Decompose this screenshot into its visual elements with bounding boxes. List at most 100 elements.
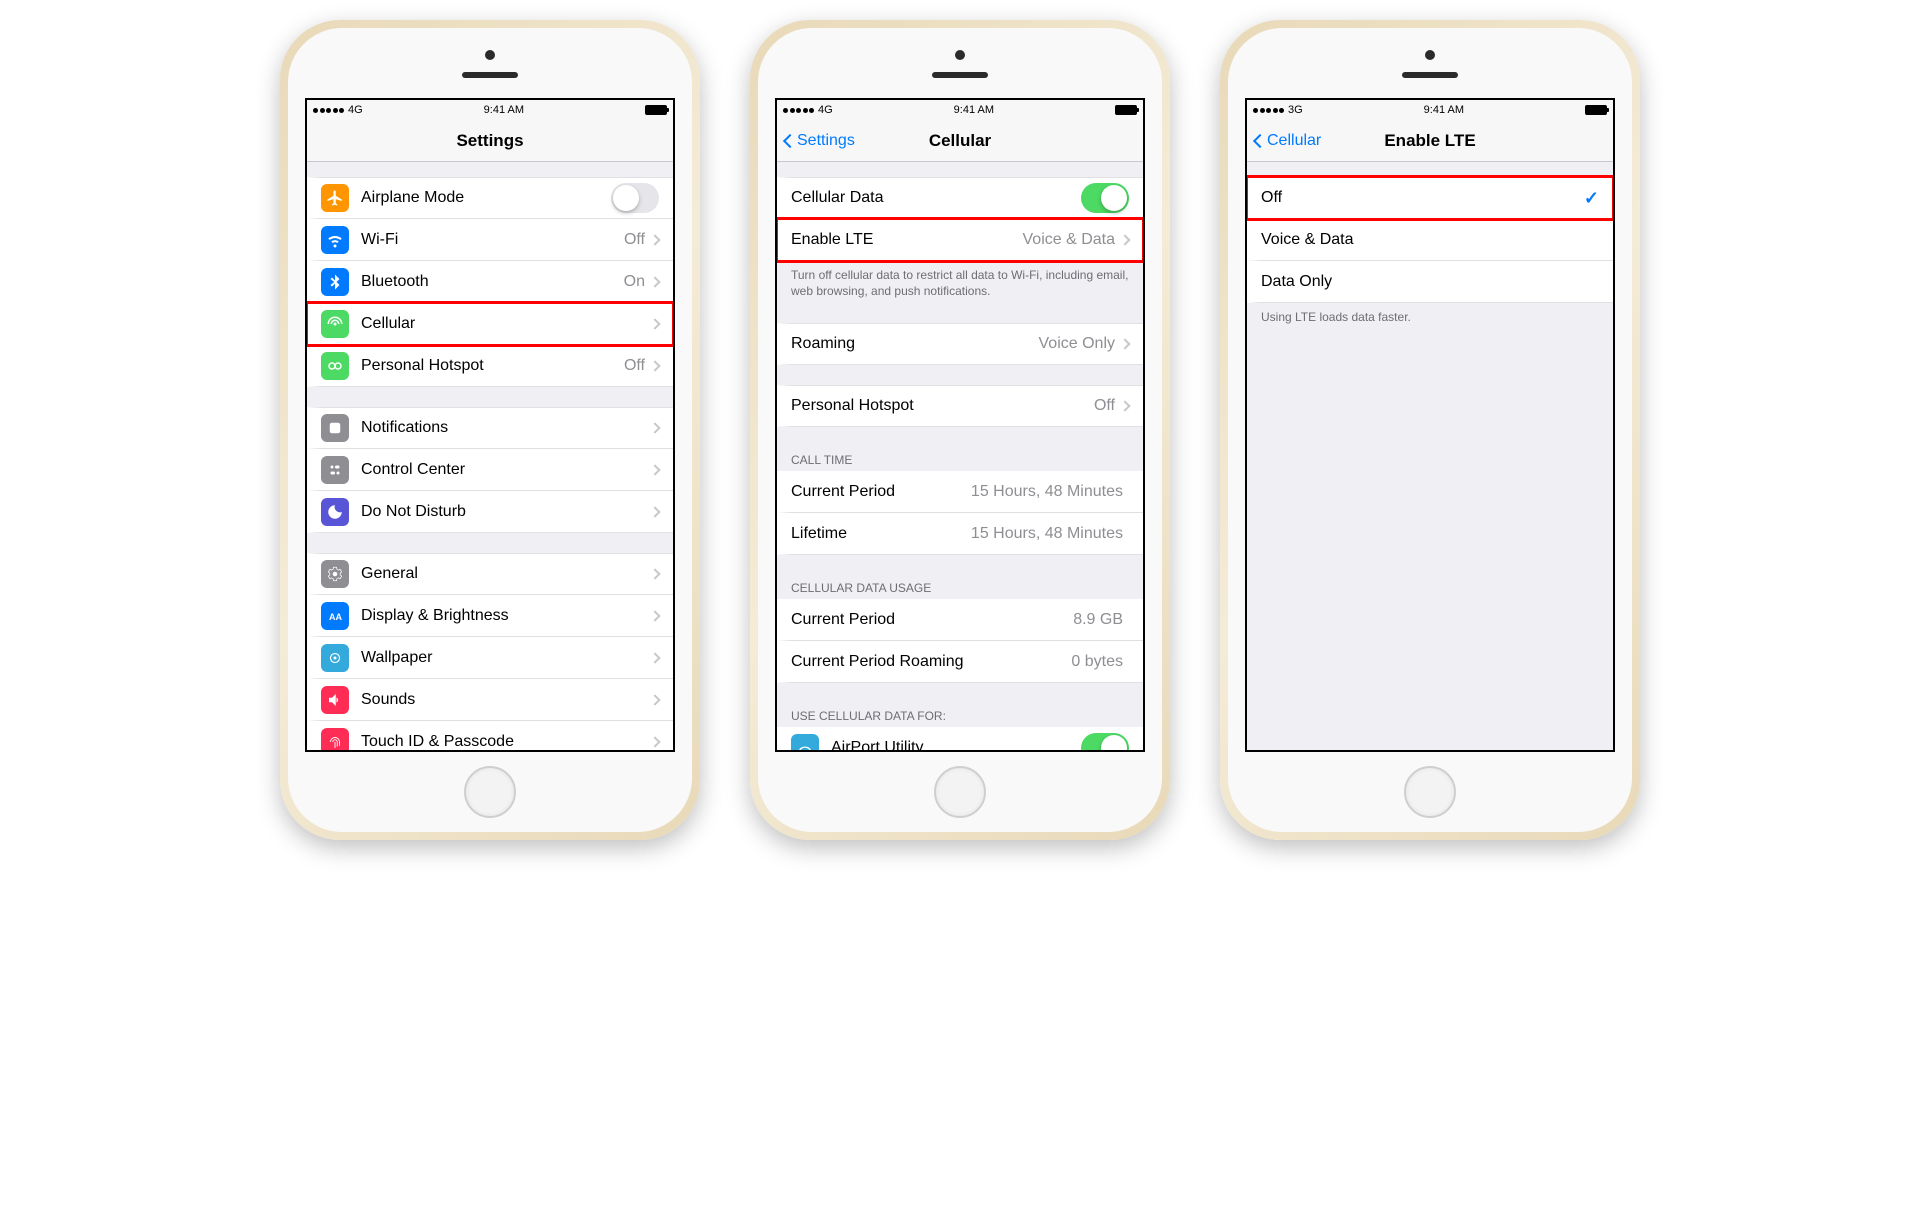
airport-icon	[791, 734, 819, 750]
row-notifications[interactable]: Notifications	[307, 407, 673, 449]
row-wifi[interactable]: Wi-Fi Off	[307, 219, 673, 261]
chevron-right-icon	[649, 610, 660, 621]
wifi-icon	[321, 226, 349, 254]
chevron-right-icon	[649, 360, 660, 371]
phone-2: 4G 9:41 AM Settings Cellular Cellular Da…	[750, 20, 1170, 840]
cellular-data-toggle[interactable]	[1081, 183, 1129, 213]
control-center-icon	[321, 456, 349, 484]
chevron-right-icon	[649, 694, 660, 705]
status-time: 9:41 AM	[954, 104, 994, 116]
row-value: Off	[1094, 397, 1115, 415]
row-airplane-mode[interactable]: Airplane Mode	[307, 177, 673, 219]
row-do-not-disturb[interactable]: Do Not Disturb	[307, 491, 673, 533]
row-enable-lte[interactable]: Enable LTE Voice & Data	[777, 219, 1143, 261]
group-header: CALL TIME	[777, 447, 1143, 471]
row-label: Roaming	[791, 335, 1039, 353]
checkmark-icon: ✓	[1584, 188, 1599, 209]
row-value: Voice & Data	[1023, 231, 1116, 249]
row-label: Voice & Data	[1261, 231, 1599, 249]
nav-back-button[interactable]: Cellular	[1255, 132, 1321, 150]
home-button[interactable]	[934, 766, 986, 818]
row-roaming[interactable]: Roaming Voice Only	[777, 323, 1143, 365]
airplane-toggle[interactable]	[611, 183, 659, 213]
nav-bar: Cellular Enable LTE	[1247, 120, 1613, 162]
nav-back-button[interactable]: Settings	[785, 132, 855, 150]
chevron-right-icon	[649, 568, 660, 579]
row-sounds[interactable]: Sounds	[307, 679, 673, 721]
row-label: Personal Hotspot	[791, 397, 1094, 415]
camera-dot	[485, 50, 495, 60]
group-footer: Using LTE loads data faster.	[1247, 303, 1613, 329]
row-value: Off	[624, 357, 645, 375]
row-cellular[interactable]: Cellular	[307, 303, 673, 345]
row-personal-hotspot[interactable]: Personal Hotspot Off	[777, 385, 1143, 427]
bluetooth-icon	[321, 268, 349, 296]
row-lte-off[interactable]: Off ✓	[1247, 177, 1613, 219]
row-label: Lifetime	[791, 525, 971, 543]
row-label: Current Period	[791, 611, 1073, 629]
screen-settings: 4G 9:41 AM Settings Airplane Mode	[305, 98, 675, 752]
home-button[interactable]	[464, 766, 516, 818]
speaker-slot	[1402, 72, 1458, 78]
chevron-right-icon	[649, 506, 660, 517]
row-personal-hotspot[interactable]: Personal Hotspot Off	[307, 345, 673, 387]
airplane-icon	[321, 184, 349, 212]
camera-dot	[1425, 50, 1435, 60]
row-label: Display & Brightness	[361, 607, 651, 625]
row-label: Control Center	[361, 461, 651, 479]
row-bluetooth[interactable]: Bluetooth On	[307, 261, 673, 303]
dnd-icon	[321, 498, 349, 526]
group-header: CELLULAR DATA USAGE	[777, 575, 1143, 599]
row-current-period: Current Period 15 Hours, 48 Minutes	[777, 471, 1143, 513]
row-value: 8.9 GB	[1073, 611, 1123, 629]
carrier-label: 4G	[348, 104, 363, 116]
row-label: Wallpaper	[361, 649, 651, 667]
chevron-right-icon	[649, 736, 660, 747]
row-lte-voice-data[interactable]: Voice & Data	[1247, 219, 1613, 261]
speaker-slot	[932, 72, 988, 78]
status-bar: 4G 9:41 AM	[777, 100, 1143, 120]
chevron-right-icon	[1119, 234, 1130, 245]
display-icon: AA	[321, 602, 349, 630]
row-label: Enable LTE	[791, 231, 1023, 249]
row-lte-data-only[interactable]: Data Only	[1247, 261, 1613, 303]
row-general[interactable]: General	[307, 553, 673, 595]
chevron-right-icon	[649, 318, 660, 329]
row-touch-id-passcode[interactable]: Touch ID & Passcode	[307, 721, 673, 750]
row-display-brightness[interactable]: AA Display & Brightness	[307, 595, 673, 637]
phone-1: 4G 9:41 AM Settings Airplane Mode	[280, 20, 700, 840]
row-control-center[interactable]: Control Center	[307, 449, 673, 491]
group-header: USE CELLULAR DATA FOR:	[777, 703, 1143, 727]
row-label: Cellular Data	[791, 189, 1081, 207]
chevron-right-icon	[1119, 339, 1130, 350]
row-label: Notifications	[361, 419, 651, 437]
sounds-icon	[321, 686, 349, 714]
row-label: General	[361, 565, 651, 583]
nav-bar: Settings Cellular	[777, 120, 1143, 162]
row-value: Off	[624, 231, 645, 249]
row-airport-utility[interactable]: AirPort Utility	[777, 727, 1143, 750]
group-footer: Turn off cellular data to restrict all d…	[777, 261, 1143, 303]
camera-dot	[955, 50, 965, 60]
row-label: AirPort Utility	[831, 739, 1081, 750]
nav-bar: Settings	[307, 120, 673, 162]
speaker-slot	[462, 72, 518, 78]
notifications-icon	[321, 414, 349, 442]
airport-toggle[interactable]	[1081, 733, 1129, 750]
row-wallpaper[interactable]: Wallpaper	[307, 637, 673, 679]
home-button[interactable]	[1404, 766, 1456, 818]
hotspot-icon	[321, 352, 349, 380]
phone-3: 3G 9:41 AM Cellular Enable LTE Off	[1220, 20, 1640, 840]
chevron-right-icon	[1119, 401, 1130, 412]
chevron-left-icon	[1253, 133, 1267, 147]
row-cellular-data[interactable]: Cellular Data	[777, 177, 1143, 219]
nav-title: Enable LTE	[1384, 131, 1475, 151]
chevron-left-icon	[783, 133, 797, 147]
row-label: Off	[1261, 189, 1584, 207]
nav-title: Cellular	[929, 131, 991, 151]
battery-icon	[1115, 105, 1137, 115]
status-time: 9:41 AM	[1424, 104, 1464, 116]
battery-icon	[1585, 105, 1607, 115]
row-label: Bluetooth	[361, 273, 624, 291]
screen-enable-lte: 3G 9:41 AM Cellular Enable LTE Off	[1245, 98, 1615, 752]
